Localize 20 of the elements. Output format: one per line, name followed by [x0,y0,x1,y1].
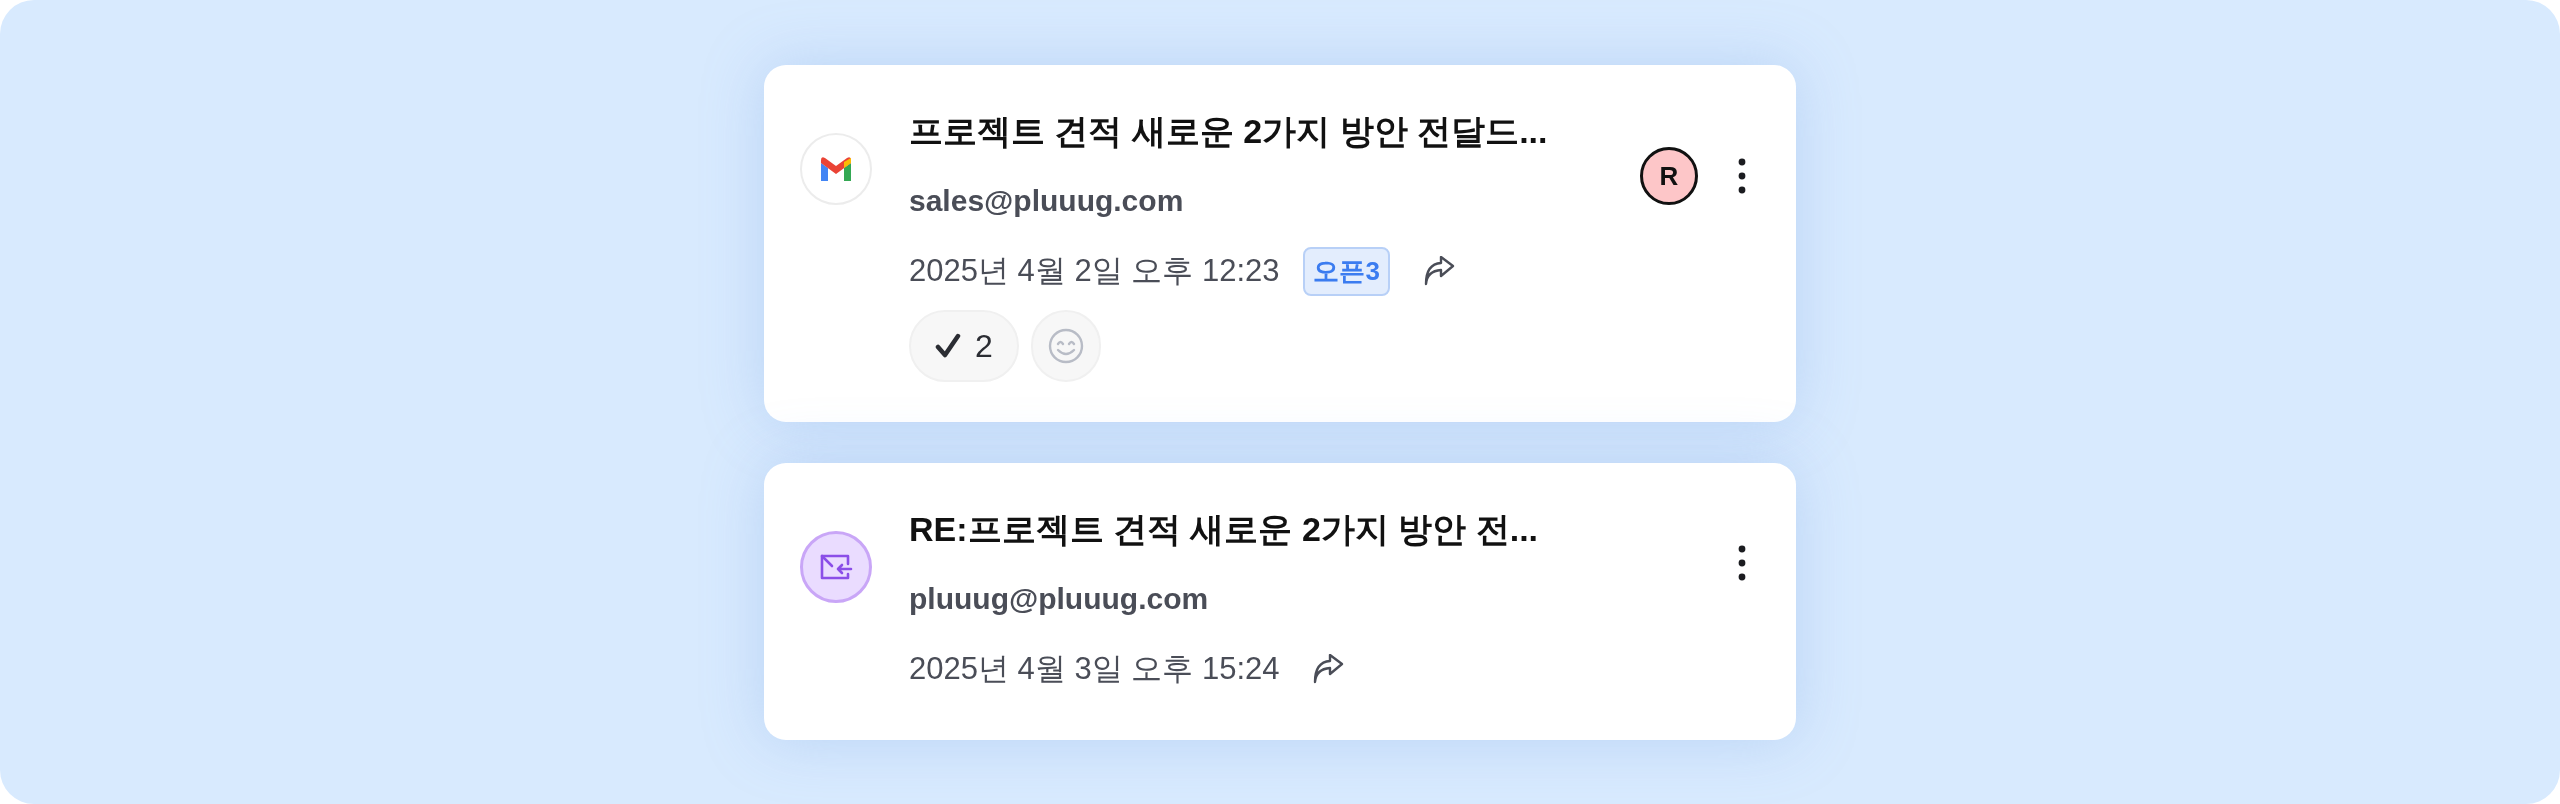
email-sender: sales@pluuug.com [909,183,1185,219]
kebab-menu-icon [1738,545,1746,581]
email-date: 2025년 4월 3일 오후 15:24 [909,650,1280,688]
forward-icon [1311,654,1346,684]
check-icon [935,333,961,359]
reaction-chip[interactable]: 2 [909,310,1019,382]
envelope-arrow-icon [818,552,854,582]
smiley-icon [1046,327,1085,365]
kebab-menu-icon [1738,158,1746,194]
assignee-avatar: R [1640,147,1698,205]
gmail-icon [818,155,854,183]
email-card[interactable]: 프로젝트 견적 새로운 2가지 방안 전달드... sales@pluuug.com 2025년 4월 2일 오후 12:23 오픈3 2 R [764,65,1796,422]
open-count-badge: 오픈3 [1303,246,1390,296]
reaction-count: 2 [975,327,993,365]
email-card[interactable]: RE:프로젝트 견적 새로운 2가지 방안 전... pluuug@pluuug.com 2025년 4월 3일 오후 15:24 [764,463,1796,740]
forward-button[interactable] [1311,654,1346,684]
email-date: 2025년 4월 2일 오후 12:23 [909,252,1280,290]
email-sender: pluuug@pluuug.com [909,581,1210,617]
email-subject: 프로젝트 견적 새로운 2가지 방안 전달드... [909,111,1549,152]
email-subject: RE:프로젝트 견적 새로운 2가지 방안 전... [909,509,1540,550]
